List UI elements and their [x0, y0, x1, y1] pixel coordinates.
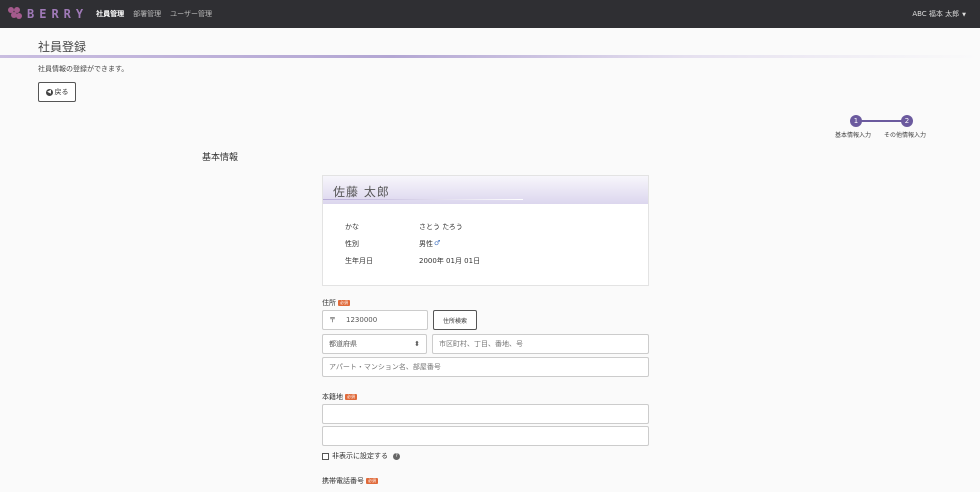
- nav-item-employees[interactable]: 社員管理: [96, 9, 124, 19]
- info-row-gender: 性別 男性 ♂: [345, 239, 440, 249]
- page-description: 社員情報の登録ができます。: [38, 65, 129, 73]
- gender-label: 性別: [345, 240, 359, 248]
- kana-label: かな: [345, 223, 359, 231]
- back-button[interactable]: ◀ 戻る: [38, 82, 76, 102]
- nav-item-departments[interactable]: 部署管理: [133, 9, 161, 19]
- nav-item-users[interactable]: ユーザー管理: [170, 9, 212, 19]
- back-button-label: 戻る: [54, 88, 69, 96]
- user-menu[interactable]: ABC 福本 太郎 ▼: [912, 9, 966, 19]
- postal-code-value: 1230000: [346, 316, 378, 324]
- page-title: 社員登録: [38, 40, 87, 54]
- required-badge: 必須: [366, 478, 378, 484]
- address-label-text: 住所: [322, 299, 336, 307]
- select-caret-icon: ⬍: [414, 340, 420, 348]
- city-input-placeholder: 市区町村、丁目、番地、号: [439, 340, 523, 348]
- postal-code-input[interactable]: 〒 1230000: [322, 310, 428, 330]
- city-input[interactable]: 市区町村、丁目、番地、号: [432, 334, 649, 354]
- domicile-input-1[interactable]: [322, 404, 649, 424]
- postal-prefix: 〒: [329, 316, 336, 324]
- name-underline: [323, 199, 523, 200]
- info-row-kana: かな さとう たろう: [345, 222, 463, 232]
- chevron-left-icon: ◀: [45, 88, 53, 96]
- title-underline: [0, 55, 980, 58]
- step-2-label: その他情報入力: [884, 132, 927, 139]
- hide-option-label: 非表示に設定する: [332, 452, 388, 460]
- help-icon[interactable]: ?: [393, 452, 400, 460]
- birthdate-value: 2000年 01月 01日: [419, 257, 481, 265]
- step-1-label: 基本情報入力: [835, 132, 872, 139]
- domicile-label: 本籍地 必須: [322, 392, 357, 402]
- male-icon: ♂: [434, 239, 441, 247]
- top-navbar: BERRY 社員管理 部署管理 ユーザー管理 ABC 福本 太郎 ▼: [0, 0, 980, 28]
- domicile-input-2[interactable]: [322, 426, 649, 446]
- section-title: 基本情報: [202, 153, 239, 163]
- building-input[interactable]: アパート・マンション名、部屋番号: [322, 357, 649, 377]
- profile-card-header: 佐藤 太郎: [323, 176, 648, 204]
- step-1-dot: 1: [850, 115, 862, 127]
- app-logo[interactable]: BERRY: [8, 7, 88, 21]
- building-input-placeholder: アパート・マンション名、部屋番号: [329, 363, 441, 371]
- address-label: 住所 必須: [322, 298, 350, 308]
- kana-value: さとう たろう: [419, 223, 463, 231]
- prefecture-select-value: 都道府県: [329, 340, 357, 348]
- gender-value: 男性: [419, 240, 433, 248]
- hide-checkbox[interactable]: [322, 452, 329, 460]
- info-row-birthdate: 生年月日 2000年 01月 01日: [345, 256, 480, 266]
- logo-text: BERRY: [27, 7, 89, 21]
- progress-stepper: 1 2 基本情報入力 その他情報入力: [830, 113, 940, 143]
- main-nav: 社員管理 部署管理 ユーザー管理: [96, 9, 221, 19]
- employee-name: 佐藤 太郎: [333, 185, 390, 199]
- user-menu-label: ABC 福本 太郎: [912, 10, 960, 18]
- berry-logo-icon: [8, 7, 22, 21]
- mobile-label: 携帯電話番号 必須: [322, 476, 378, 486]
- profile-card: 佐藤 太郎 かな さとう たろう 性別 男性 ♂ 生年月日 2000年 01月 0…: [322, 175, 649, 286]
- domicile-label-text: 本籍地: [322, 393, 343, 401]
- mobile-label-text: 携帯電話番号: [322, 477, 364, 485]
- hide-option-row: 非表示に設定する ?: [322, 451, 400, 461]
- birthdate-label: 生年月日: [345, 257, 373, 265]
- caret-down-icon: ▼: [962, 12, 966, 18]
- prefecture-select[interactable]: 都道府県 ⬍: [322, 334, 427, 354]
- required-badge: 必須: [338, 300, 350, 306]
- step-2-dot: 2: [901, 115, 913, 127]
- page-header: 社員登録: [0, 36, 980, 58]
- address-search-button[interactable]: 住所検索: [433, 310, 477, 330]
- required-badge: 必須: [345, 394, 357, 400]
